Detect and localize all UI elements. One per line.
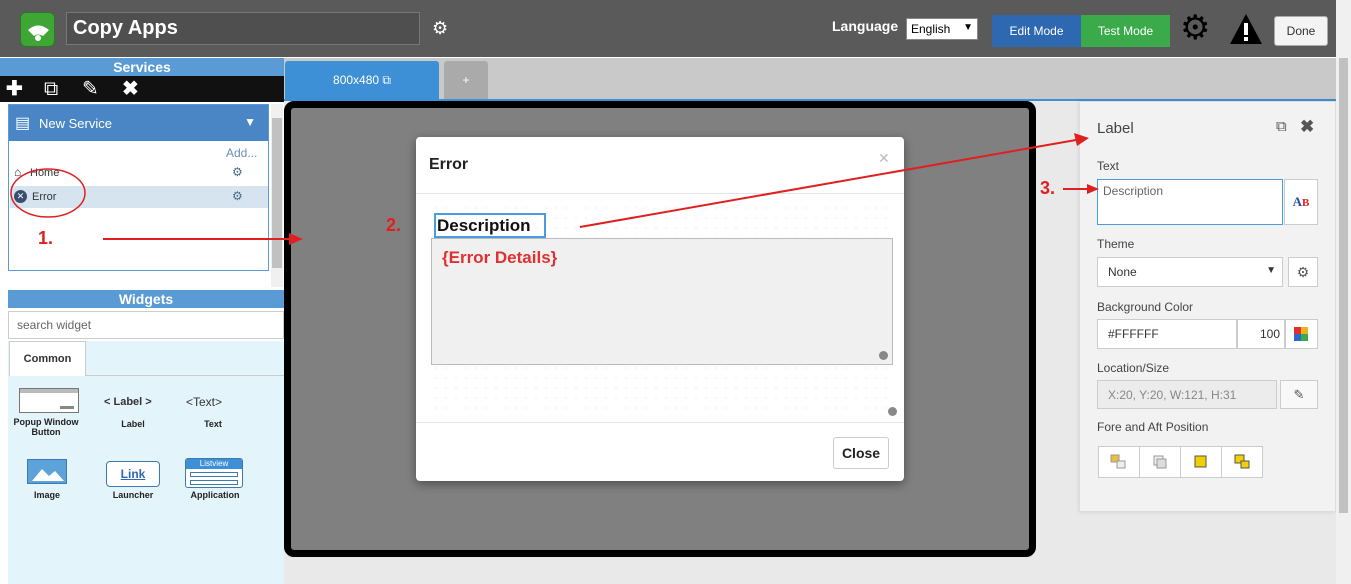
arrow-1-head (289, 233, 303, 245)
annotation-overlay (10, 133, 1099, 245)
arrow-2-head (1074, 133, 1089, 146)
arrow-2 (579, 139, 1077, 228)
step-2-label: 2. (386, 215, 402, 235)
highlight-circle (10, 168, 86, 218)
step-3-label: 3. (1040, 178, 1056, 198)
arrow-3-head (1087, 184, 1099, 194)
step-1-label: 1. (38, 228, 54, 248)
